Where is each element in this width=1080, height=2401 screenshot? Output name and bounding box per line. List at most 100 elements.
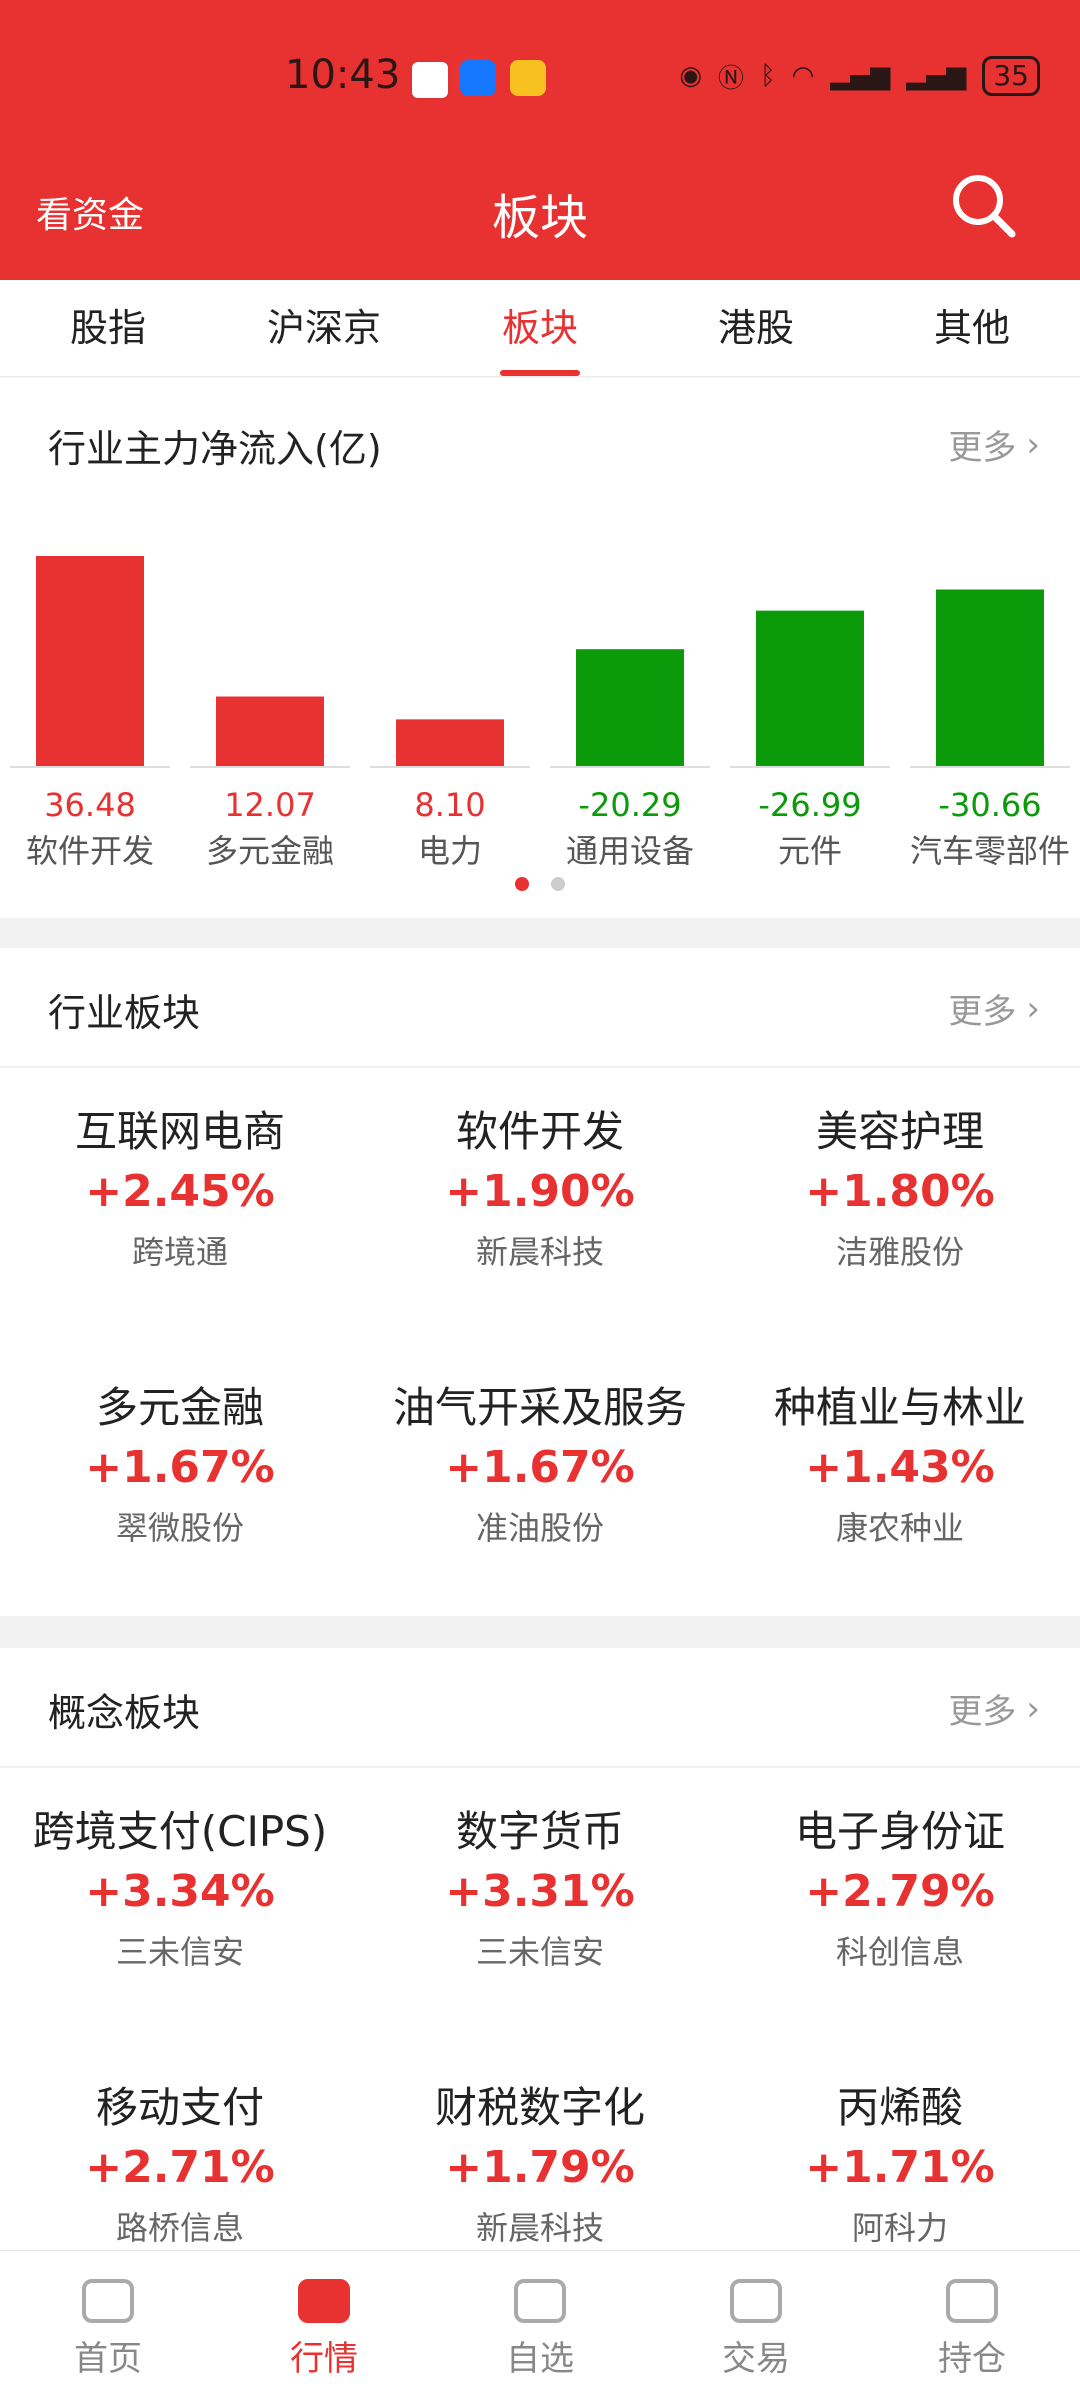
concept-title: 概念板块 <box>48 1691 201 1735</box>
concept-more-button[interactable]: 更多 › <box>948 1684 1040 1733</box>
app-notification-icon <box>510 60 546 96</box>
alipay-notification-icon <box>460 60 496 96</box>
trade-icon <box>730 2279 782 2323</box>
net-inflow-chart: 36.48 软件开发 12.07 多元金融 8.10 电力 -20.29 通用设备 -26.99… <box>10 556 1070 870</box>
sector-name: 油气开采及服务 <box>392 1383 687 1432</box>
concept-cell[interactable]: 跨境支付(CIPS) +3.34% 三未信安 <box>0 1798 360 1973</box>
sector-name: 种植业与林业 <box>773 1383 1026 1432</box>
pager-dot-active[interactable] <box>515 877 530 891</box>
concept-cell[interactable]: 移动支付 +2.71% 路桥信息 <box>0 2074 360 2249</box>
chart-category-label: 电力 <box>418 832 482 870</box>
nav-trade[interactable]: 交易 <box>648 2251 864 2401</box>
toutiao-notification-icon <box>410 60 450 100</box>
leading-stock: 阿科力 <box>851 2209 948 2247</box>
tab-shanghai-shenzhen-beijing[interactable]: 沪深京 <box>216 280 432 376</box>
sector-change: +2.45% <box>85 1166 275 1217</box>
leading-stock: 科创信息 <box>835 1933 964 1971</box>
chart-category-label: 汽车零部件 <box>910 832 1070 870</box>
concept-cell[interactable]: 电子身份证 +2.79% 科创信息 <box>720 1798 1080 1973</box>
sector-change: +1.67% <box>445 1442 635 1493</box>
signal-4g-icon: ▂▄▆ <box>906 61 967 91</box>
industry-cell[interactable]: 种植业与林业 +1.43% 康农种业 <box>720 1374 1080 1549</box>
home-icon <box>82 2279 134 2323</box>
chart-bar[interactable] <box>36 556 144 766</box>
leading-stock: 跨境通 <box>131 1233 228 1271</box>
chart-value-label: -26.99 <box>758 786 861 824</box>
sector-name: 互联网电商 <box>74 1107 285 1156</box>
sector-name: 美容护理 <box>815 1107 984 1156</box>
chart-bar[interactable] <box>576 649 684 766</box>
nav-label: 自选 <box>506 2339 574 2379</box>
leading-stock: 路桥信息 <box>115 2209 244 2247</box>
nav-label: 持仓 <box>938 2339 1006 2379</box>
chart-value-label: 12.07 <box>224 786 316 824</box>
status-bar: 10:43 ◉ Ⓝ ᛒ ◠ ▂▄▆ ▂▄▆ 35 <box>0 0 1080 150</box>
chart-category-label: 多元金融 <box>206 832 334 870</box>
watchlist-icon <box>514 2279 566 2323</box>
industry-cell[interactable]: 软件开发 +1.90% 新晨科技 <box>360 1098 720 1273</box>
nav-home[interactable]: 首页 <box>0 2251 216 2401</box>
chart-bar[interactable] <box>936 589 1044 766</box>
chart-category-label: 软件开发 <box>26 832 154 870</box>
industry-cell[interactable]: 美容护理 +1.80% 洁雅股份 <box>720 1098 1080 1273</box>
battery-icon: 35 <box>982 56 1040 96</box>
sector-change: +1.71% <box>805 2142 995 2193</box>
tab-index[interactable]: 股指 <box>0 280 216 376</box>
nav-label: 交易 <box>722 2339 790 2379</box>
industry-more-button[interactable]: 更多 › <box>948 984 1040 1033</box>
sector-name: 电子身份证 <box>794 1807 1005 1856</box>
chart-category-label: 通用设备 <box>566 832 694 870</box>
chart-bar[interactable] <box>216 696 324 766</box>
app-header: 看资金 板块 <box>0 150 1080 280</box>
chart-bar[interactable] <box>396 719 504 766</box>
sector-change: +3.34% <box>85 1866 275 1917</box>
chart-value-label: -30.66 <box>938 786 1041 824</box>
sector-change: +1.79% <box>445 2142 635 2193</box>
nav-holdings[interactable]: 持仓 <box>864 2251 1080 2401</box>
industry-cell[interactable]: 油气开采及服务 +1.67% 准油股份 <box>360 1374 720 1549</box>
concept-cell[interactable]: 丙烯酸 +1.71% 阿科力 <box>720 2074 1080 2249</box>
divider <box>0 1066 1080 1068</box>
tab-sectors[interactable]: 板块 <box>432 280 648 376</box>
chevron-right-icon: › <box>1026 988 1040 1029</box>
page-title: 板块 <box>491 190 588 246</box>
leading-stock: 翠微股份 <box>115 1509 244 1547</box>
leading-stock: 新晨科技 <box>475 1233 604 1271</box>
chart-category-label: 元件 <box>778 832 842 870</box>
nav-market[interactable]: 行情 <box>216 2251 432 2401</box>
bottom-navigation: 首页 行情 自选 交易 持仓 <box>0 2250 1080 2401</box>
leading-stock: 康农种业 <box>835 1509 964 1547</box>
leading-stock: 三未信安 <box>115 1933 244 1971</box>
sector-name: 软件开发 <box>455 1107 624 1156</box>
sector-name: 财税数字化 <box>434 2083 645 2132</box>
leading-stock: 三未信安 <box>475 1933 604 1971</box>
tab-other[interactable]: 其他 <box>864 280 1080 376</box>
chart-value-label: 8.10 <box>414 786 485 824</box>
sector-change: +1.80% <box>805 1166 995 1217</box>
leading-stock: 准油股份 <box>475 1509 604 1547</box>
industry-title: 行业板块 <box>48 991 201 1035</box>
industry-cell[interactable]: 互联网电商 +2.45% 跨境通 <box>0 1098 360 1273</box>
concept-cell[interactable]: 财税数字化 +1.79% 新晨科技 <box>360 2074 720 2249</box>
sector-name: 移动支付 <box>95 2083 264 2132</box>
search-icon[interactable] <box>948 170 1020 242</box>
sector-change: +2.71% <box>85 2142 275 2193</box>
more-label: 更多 <box>948 1692 1017 1732</box>
sector-change: +1.90% <box>445 1166 635 1217</box>
pager-dot[interactable] <box>550 877 565 891</box>
wallet-icon <box>946 2279 998 2323</box>
wifi-icon: ◠ <box>791 61 815 91</box>
nav-watchlist[interactable]: 自选 <box>432 2251 648 2401</box>
sector-name: 跨境支付(CIPS) <box>32 1807 328 1856</box>
more-label: 更多 <box>948 992 1017 1032</box>
chart-bar[interactable] <box>756 610 864 766</box>
tab-hk-stocks[interactable]: 港股 <box>648 280 864 376</box>
concept-cell[interactable]: 数字货币 +3.31% 三未信安 <box>360 1798 720 1973</box>
bluetooth-icon: ᛒ <box>760 61 776 91</box>
nav-label: 行情 <box>290 2339 358 2379</box>
chevron-right-icon: › <box>1026 1688 1040 1729</box>
sector-change: +3.31% <box>445 1866 635 1917</box>
industry-cell[interactable]: 多元金融 +1.67% 翠微股份 <box>0 1374 360 1549</box>
leading-stock: 新晨科技 <box>475 2209 604 2247</box>
eye-icon: ◉ <box>679 61 703 91</box>
